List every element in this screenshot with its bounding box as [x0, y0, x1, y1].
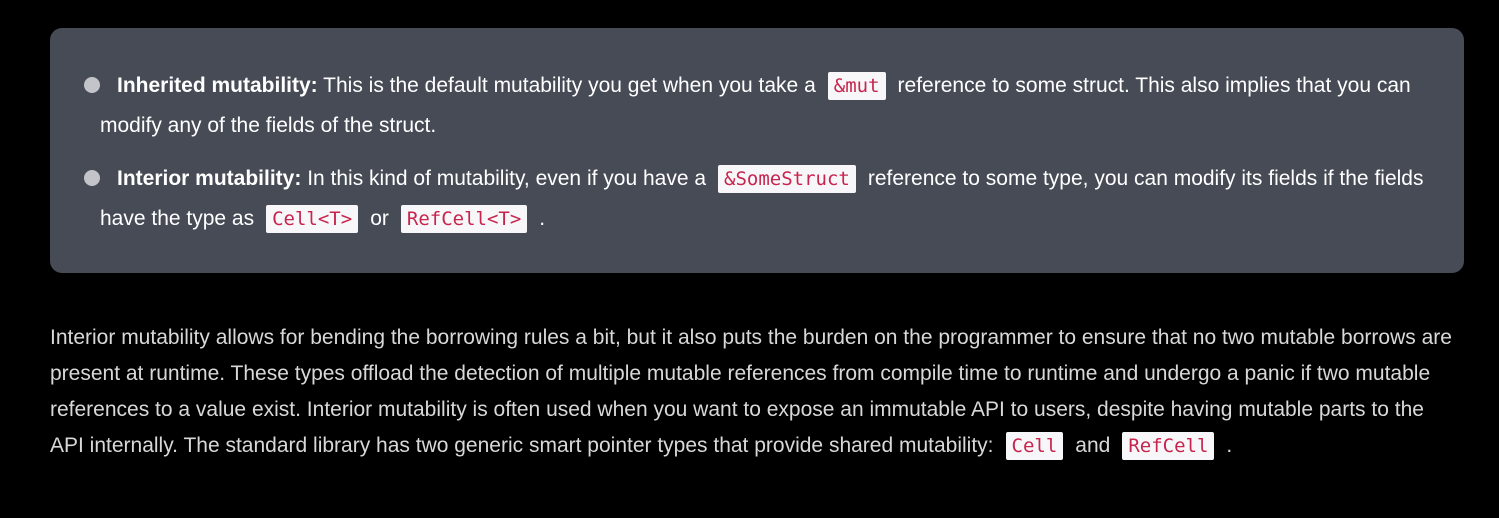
paragraph-text: .	[1226, 434, 1233, 457]
inline-code: &SomeStruct	[718, 165, 856, 193]
bullet-dot-icon	[84, 77, 100, 93]
list-item-term: Inherited mutability:	[117, 74, 318, 97]
list-item-text: This is the default mutability you get w…	[317, 74, 816, 97]
list-item-term: Interior mutability:	[117, 167, 302, 190]
paragraph-text: Interior mutability allows for bending t…	[50, 326, 1452, 457]
list-item: Inherited mutability: This is the defaul…	[100, 66, 1440, 145]
bullet-dot-icon	[84, 170, 100, 186]
inline-code: &mut	[827, 72, 886, 100]
body-paragraph: Interior mutability allows for bending t…	[50, 320, 1460, 464]
inline-code: RefCell	[1122, 432, 1215, 460]
inline-code: Cell<T>	[266, 205, 359, 233]
list-item-text: or	[370, 207, 389, 230]
list-item: Interior mutability: In this kind of mut…	[100, 159, 1440, 239]
list-item-text: In this kind of mutability, even if you …	[301, 167, 707, 190]
list-item-text: .	[539, 207, 546, 230]
callout-box: Inherited mutability: This is the defaul…	[50, 28, 1464, 273]
paragraph-text: and	[1075, 434, 1111, 457]
inline-code: Cell	[1005, 432, 1064, 460]
inline-code: RefCell<T>	[400, 205, 528, 233]
